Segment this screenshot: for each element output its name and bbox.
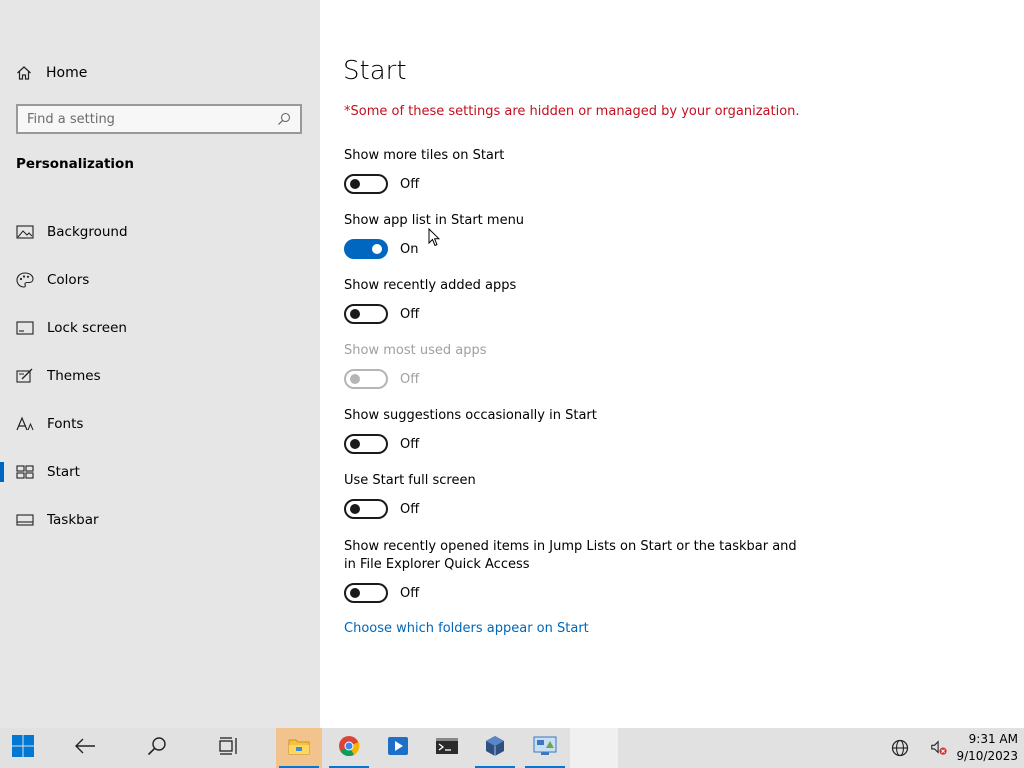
mouse-cursor-icon bbox=[428, 227, 441, 251]
setting-recently-added: Show recently added apps Off bbox=[344, 277, 804, 324]
setting-label: Show recently opened items in Jump Lists… bbox=[344, 539, 797, 572]
terminal-button[interactable] bbox=[424, 728, 470, 768]
most-used-toggle bbox=[344, 369, 388, 389]
sidebar-item-label: Start bbox=[47, 464, 80, 480]
setting-label: Show recently added apps bbox=[344, 278, 517, 293]
windows-logo-icon bbox=[12, 735, 34, 761]
themes-icon bbox=[16, 368, 34, 384]
settings-sidebar: Home Personalization Background Colors L… bbox=[0, 0, 320, 728]
sidebar-item-taskbar[interactable]: Taskbar bbox=[0, 496, 320, 544]
toggle-state: Off bbox=[400, 306, 420, 322]
toggle-state: On bbox=[400, 241, 419, 257]
taskbar-icon bbox=[16, 512, 34, 528]
start-button[interactable] bbox=[0, 728, 46, 768]
lock-screen-icon bbox=[16, 320, 34, 336]
setting-label: Show suggestions occasionally in Start bbox=[344, 408, 597, 423]
app-list-toggle[interactable] bbox=[344, 239, 388, 259]
setting-label: Show most used apps bbox=[344, 343, 487, 358]
jump-lists-toggle[interactable] bbox=[344, 583, 388, 603]
toggle-state: Off bbox=[400, 585, 420, 601]
start-icon bbox=[16, 464, 34, 480]
task-view-icon bbox=[218, 737, 240, 759]
network-icon[interactable] bbox=[891, 739, 909, 757]
recently-added-toggle[interactable] bbox=[344, 304, 388, 324]
search-button[interactable] bbox=[134, 728, 180, 768]
taskbar: 9:31 AM 9/10/2023 bbox=[0, 728, 1024, 768]
setting-app-list: Show app list in Start menu On bbox=[344, 212, 804, 259]
setting-jump-lists: Show recently opened items in Jump Lists… bbox=[344, 538, 804, 603]
settings-main-pane: Start *Some of these settings are hidden… bbox=[320, 0, 1024, 728]
file-explorer-icon bbox=[288, 737, 310, 759]
full-screen-toggle[interactable] bbox=[344, 499, 388, 519]
managed-notice: *Some of these settings are hidden or ma… bbox=[344, 104, 800, 119]
media-player-button[interactable] bbox=[375, 728, 421, 768]
sidebar-item-label: Themes bbox=[47, 368, 101, 384]
terminal-icon bbox=[435, 737, 459, 759]
sidebar-item-lock-screen[interactable]: Lock screen bbox=[0, 304, 320, 352]
clock-date: 9/10/2023 bbox=[956, 749, 1018, 763]
toggle-state: Off bbox=[400, 176, 420, 192]
choose-folders-link[interactable]: Choose which folders appear on Start bbox=[344, 621, 589, 636]
setting-label: Show more tiles on Start bbox=[344, 148, 505, 163]
toggle-state: Off bbox=[400, 371, 420, 387]
toggle-knob bbox=[350, 588, 360, 598]
sidebar-item-start[interactable]: Start bbox=[0, 448, 320, 496]
virtualbox-button[interactable] bbox=[472, 728, 518, 768]
virtualbox-icon bbox=[484, 735, 506, 761]
sidebar-item-colors[interactable]: Colors bbox=[0, 256, 320, 304]
task-view-button[interactable] bbox=[206, 728, 252, 768]
setting-suggestions: Show suggestions occasionally in Start O… bbox=[344, 407, 804, 454]
palette-icon bbox=[16, 272, 34, 288]
section-title: Personalization bbox=[16, 156, 134, 172]
toggle-state: Off bbox=[400, 501, 420, 517]
sidebar-item-label: Colors bbox=[47, 272, 90, 288]
setting-label: Use Start full screen bbox=[344, 473, 476, 488]
media-player-icon bbox=[387, 736, 409, 760]
sidebar-item-fonts[interactable]: Fonts bbox=[0, 400, 320, 448]
setting-more-tiles: Show more tiles on Start Off bbox=[344, 147, 804, 194]
suggestions-toggle[interactable] bbox=[344, 434, 388, 454]
search-icon bbox=[147, 736, 167, 760]
toggle-knob bbox=[350, 439, 360, 449]
toggle-knob bbox=[350, 179, 360, 189]
sidebar-item-label: Lock screen bbox=[47, 320, 127, 336]
picture-icon bbox=[16, 224, 34, 240]
setting-label: Show app list in Start menu bbox=[344, 213, 525, 228]
chrome-button[interactable] bbox=[326, 728, 372, 768]
sidebar-item-label: Taskbar bbox=[47, 512, 99, 528]
sidebar-item-label: Background bbox=[47, 224, 128, 240]
home-nav-item[interactable]: Home bbox=[16, 62, 87, 84]
home-label: Home bbox=[46, 65, 88, 81]
home-icon bbox=[16, 65, 32, 81]
toggle-knob bbox=[350, 504, 360, 514]
file-explorer-button[interactable] bbox=[276, 728, 322, 768]
sidebar-item-background[interactable]: Background bbox=[0, 208, 320, 256]
fonts-icon bbox=[16, 416, 34, 432]
page-title: Start bbox=[343, 56, 407, 86]
toggle-knob bbox=[350, 309, 360, 319]
toggle-state: Off bbox=[400, 436, 420, 452]
back-button[interactable] bbox=[62, 728, 108, 768]
sidebar-item-label: Fonts bbox=[47, 416, 84, 432]
chrome-icon bbox=[338, 735, 360, 761]
taskbar-clock[interactable]: 9:31 AM 9/10/2023 bbox=[956, 731, 1018, 765]
sidebar-item-themes[interactable]: Themes bbox=[0, 352, 320, 400]
setting-most-used: Show most used apps Off bbox=[344, 342, 804, 389]
control-panel-button[interactable] bbox=[522, 728, 568, 768]
find-setting-box[interactable] bbox=[16, 104, 302, 134]
toggle-knob bbox=[350, 374, 360, 384]
more-tiles-toggle[interactable] bbox=[344, 174, 388, 194]
control-panel-icon bbox=[533, 736, 557, 760]
sidebar-nav: Background Colors Lock screen Themes Fon… bbox=[0, 208, 320, 544]
volume-muted-icon[interactable] bbox=[930, 740, 948, 756]
toggle-knob bbox=[372, 244, 382, 254]
find-setting-input[interactable] bbox=[18, 110, 277, 128]
back-icon bbox=[74, 738, 96, 758]
search-icon[interactable] bbox=[277, 112, 291, 126]
settings-button[interactable] bbox=[570, 728, 618, 768]
setting-full-screen: Use Start full screen Off bbox=[344, 472, 804, 519]
clock-time: 9:31 AM bbox=[968, 732, 1018, 746]
